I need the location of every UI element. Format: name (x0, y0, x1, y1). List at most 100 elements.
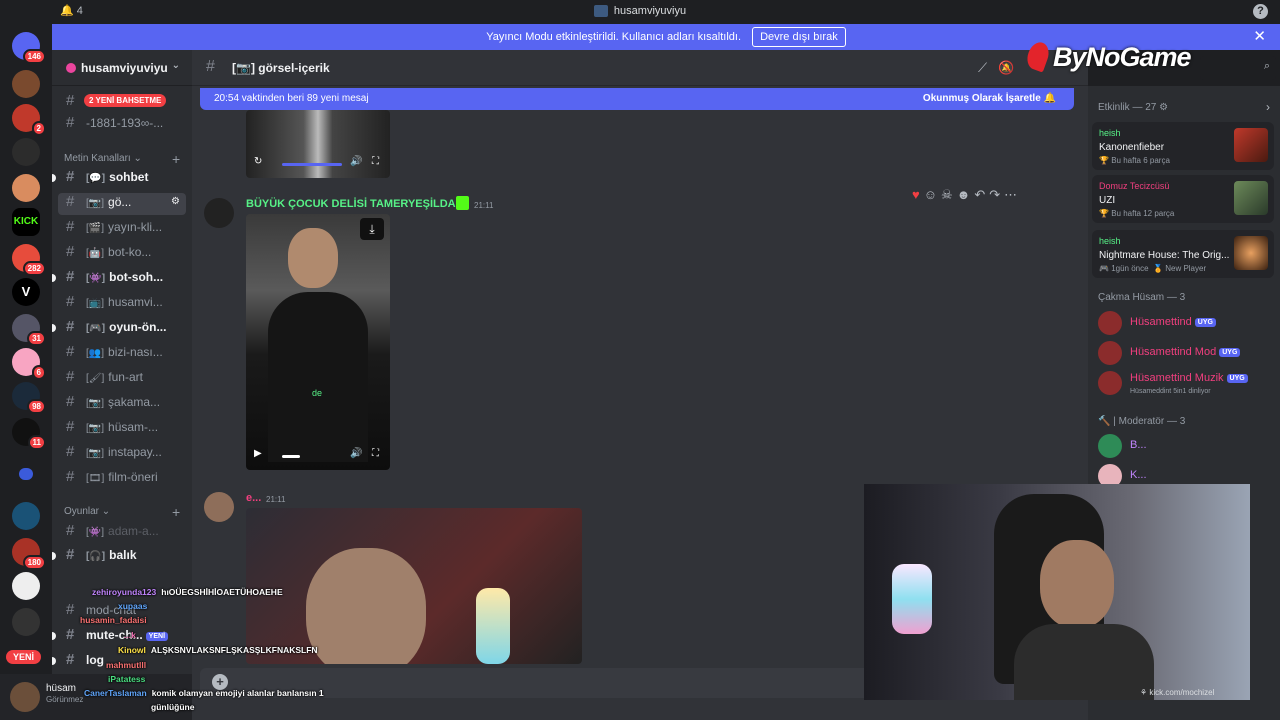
stream-chat-line: zehiroyunda123 hıOÜEGSHİHİOAETÜHOAEHE (92, 587, 283, 597)
add-channel-icon[interactable]: + (172, 504, 180, 520)
add-channel-icon[interactable]: + (172, 151, 180, 167)
channel-sohbet[interactable]: # [💬] sohbet (52, 168, 192, 190)
server-icon[interactable] (12, 138, 40, 166)
reply-icon[interactable]: ↶ (974, 187, 989, 202)
skull-icon[interactable]: ☠ (941, 187, 957, 202)
forward-icon[interactable]: ↷ (989, 187, 1004, 202)
channel-item[interactable]: # [📷] şakama... (52, 393, 192, 415)
channel-balik[interactable]: # [🎧] balık (52, 546, 192, 568)
settings-icon[interactable]: ⚙ (171, 196, 180, 207)
server-icon[interactable]: 98 (12, 382, 46, 414)
server-icon[interactable] (12, 502, 40, 530)
volume-icon[interactable]: 🔊 (350, 156, 362, 167)
channel-item[interactable]: # [📷] hüsam-... (52, 418, 192, 440)
threads-icon[interactable]: ⟋ (978, 60, 987, 75)
server-icon[interactable]: 282 (12, 244, 46, 276)
hash-icon: # (66, 522, 75, 539)
category-text-channels[interactable]: Metin Kanalları ⌄ + (64, 151, 180, 167)
channel-item[interactable]: # [📷] instapay... (52, 443, 192, 465)
member-name: B... (1130, 439, 1147, 451)
member-item[interactable]: B... (1098, 434, 1274, 458)
chevron-right-icon[interactable]: › (1266, 100, 1270, 114)
emoji: 📺 (88, 298, 102, 309)
search-input[interactable]: ⌕ (1200, 56, 1276, 80)
channel-emoji: [👾] (86, 527, 105, 538)
channel-emoji: [🎧] (86, 551, 106, 562)
channel-item[interactable]: # [🎮] oyun-ön... (52, 318, 192, 340)
folder-icon[interactable] (19, 468, 33, 480)
video-attachment[interactable]: ↻ 🔊 ⛶ (246, 110, 390, 178)
channel-item[interactable]: # -1881-193∞-... (52, 114, 192, 136)
category-games[interactable]: Oyunlar ⌄ + (64, 504, 180, 520)
channel-gorsel-icerik[interactable]: # [📷] gö... ⚙ (58, 193, 186, 215)
video-controls: ↻ 🔊 ⛶ (254, 156, 382, 172)
channel-item[interactable]: # [👥] bizi-nası... (52, 343, 192, 365)
member-item[interactable]: Hüsamettind Muzik UYG Hüsameddint 5in1 din… (1098, 371, 1274, 395)
server-header[interactable]: husamviyuviyu ⌄ (52, 50, 192, 86)
disable-streamer-mode-button[interactable]: Devre dışı bırak (752, 27, 846, 47)
channel-item[interactable]: # [📺] husamvi... (52, 293, 192, 315)
emoji-icon[interactable]: ☺ (924, 187, 941, 202)
server-icon[interactable] (12, 608, 40, 636)
server-icon[interactable] (12, 572, 40, 600)
server-badge: 282 (22, 261, 46, 276)
kick-server-icon[interactable]: KICK (12, 208, 40, 236)
more-icon[interactable]: ⋯ (1004, 187, 1021, 202)
v-server-icon[interactable]: V (12, 278, 40, 306)
server-icon[interactable]: 180 (12, 538, 46, 570)
message-author[interactable]: BÜYÜK ÇOCUK DELİSİ TAMERYEŞİLDAĞ (246, 198, 464, 210)
volume-icon[interactable]: 🔊 (350, 448, 362, 459)
server-icon[interactable]: 31 (12, 314, 46, 346)
mark-as-read-button[interactable]: Okunmuş Olarak İşaretle 🔔 (923, 88, 1056, 110)
add-reaction-icon[interactable]: ☻ (957, 187, 975, 202)
activity-card[interactable]: heish Kanonenfieber 🏆 Bu hafta 6 parça (1092, 122, 1274, 170)
avatar[interactable] (204, 198, 234, 228)
mute-icon[interactable]: 🔕 (998, 60, 1014, 75)
message-author[interactable]: e... (246, 492, 261, 504)
server-icon[interactable]: 2 (12, 104, 46, 136)
avatar[interactable] (10, 682, 40, 712)
replay-icon[interactable]: ↻ (254, 156, 262, 167)
channel-label: husamvi... (108, 295, 163, 309)
home-button[interactable]: 146 (12, 32, 46, 64)
member-name-text: Hüsamettind (1130, 316, 1192, 328)
emoji: 👾 (89, 273, 102, 284)
activity-card[interactable]: heish Nightmare House: The Orig... 🎮 1gü… (1092, 230, 1274, 278)
channel-item[interactable]: # [🎬] yayın-kli... (52, 218, 192, 240)
heart-icon[interactable]: ♥ (912, 187, 924, 202)
video-progress[interactable] (282, 455, 300, 458)
download-icon[interactable]: ⤓ (360, 218, 384, 240)
stream-chat-line: Kinowl ALŞKSNVLAKSNFLŞKASŞLKFNAKSLFN (118, 645, 318, 655)
server-icon[interactable] (12, 174, 40, 202)
new-messages-bar[interactable]: 20:54 vaktinden beri 89 yeni mesaj Okunm… (200, 88, 1074, 110)
channel-item[interactable]: # [👾] adam-a... (52, 522, 192, 544)
new-servers-pill[interactable]: YENİ (6, 650, 42, 664)
video-attachment[interactable] (246, 508, 582, 664)
channel-item[interactable]: # [🖌] fun-art (52, 368, 192, 390)
avatar (1098, 311, 1122, 335)
app-tag: UYG (1194, 318, 1216, 327)
server-icon[interactable]: 6 (12, 348, 46, 380)
help-icon[interactable]: ? (1253, 4, 1268, 19)
server-icon[interactable]: 11 (12, 418, 46, 450)
close-icon[interactable]: ✕ (1253, 24, 1266, 50)
fullscreen-icon[interactable]: ⛶ (372, 448, 379, 459)
video-progress[interactable] (282, 163, 342, 166)
member-item[interactable]: Hüsamettind UYG (1098, 311, 1274, 335)
hash-icon: # (66, 651, 75, 668)
fullscreen-icon[interactable]: ⛶ (372, 156, 379, 167)
channel-item[interactable]: # [🎞] film-öneri (52, 468, 192, 490)
play-icon[interactable]: ▶ (254, 448, 262, 459)
member-item[interactable]: Hüsamettind Mod UYG (1098, 341, 1274, 365)
channel-item[interactable]: # [🤖] bot-ko... (52, 243, 192, 265)
activity-user: Domuz Tecizcüsü (1099, 181, 1170, 191)
avatar[interactable] (204, 492, 234, 522)
emoji: 🎬 (88, 223, 102, 234)
new-tag: YENİ (145, 632, 169, 641)
channel-emoji: [🤖] (86, 248, 105, 259)
new-mentions-pill[interactable]: 2 YENİ BAHSETME (84, 94, 167, 107)
server-icon[interactable] (12, 70, 40, 98)
channel-item[interactable]: # [👾] bot-soh... (52, 268, 192, 290)
video-attachment[interactable]: ⤓ de ▶ 🔊 ⛶ (246, 214, 390, 470)
activity-card[interactable]: Domuz Tecizcüsü UZI 🏆 Bu hafta 12 parça (1092, 175, 1274, 223)
